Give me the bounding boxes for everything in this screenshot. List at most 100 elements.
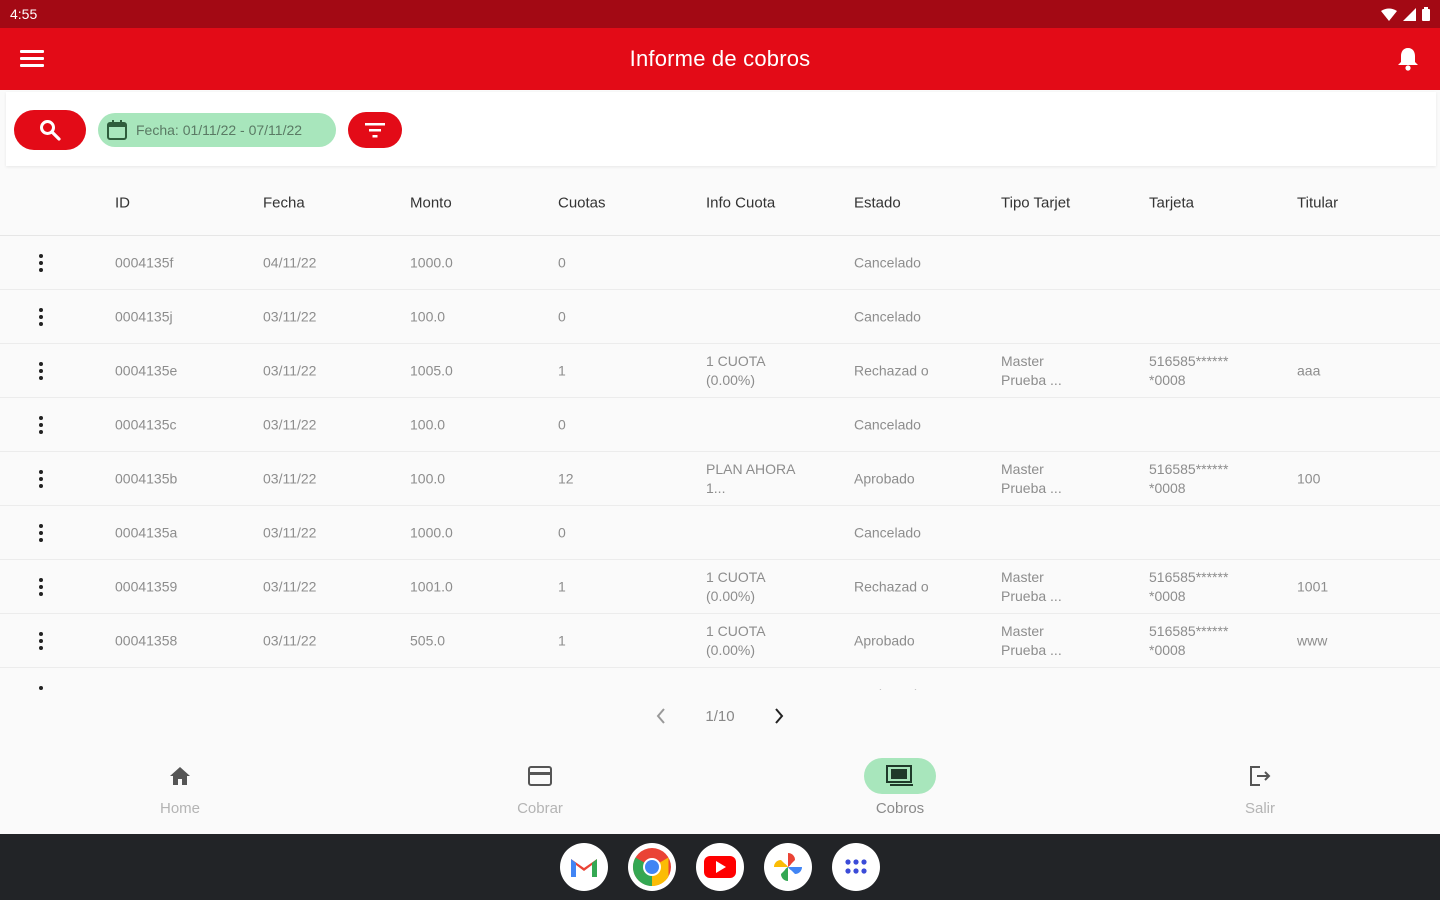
- page-title: Informe de cobros: [629, 46, 811, 71]
- wifi-icon: [1381, 8, 1397, 21]
- cell-monto: 1001.0: [410, 578, 453, 594]
- cell-id: 0004135j: [115, 308, 173, 324]
- cell-fecha: 03/11/22: [263, 308, 317, 324]
- chevron-left-icon[interactable]: [655, 707, 667, 725]
- column-header-fecha[interactable]: Fecha: [263, 194, 305, 211]
- column-header-estado[interactable]: Estado: [854, 194, 901, 211]
- column-header-cuotas[interactable]: Cuotas: [558, 194, 606, 211]
- cell-estado: Aprobado: [854, 470, 915, 486]
- nav-salir-icon-wrap: [1224, 758, 1296, 794]
- cell-tipo: Master: [1001, 685, 1081, 690]
- row-menu-icon[interactable]: [36, 253, 46, 273]
- nav-label-cobrar: Cobrar: [517, 800, 563, 817]
- table-row[interactable]: 0004135f 04/11/22 1000.0 0 Cancelado: [0, 236, 1440, 290]
- cell-fecha: 03/11/22: [263, 632, 317, 648]
- calendar-icon: [107, 120, 127, 140]
- column-header-tarjeta[interactable]: Tarjeta: [1149, 194, 1194, 211]
- cell-estado: Rechazad o: [854, 578, 929, 594]
- table-row[interactable]: 0004135a 03/11/22 1000.0 0 Cancelado: [0, 506, 1440, 560]
- photos-icon[interactable]: [764, 843, 812, 891]
- cell-monto: 1000.0: [410, 524, 453, 540]
- column-header-info-cuota[interactable]: Info Cuota: [706, 194, 775, 211]
- cell-estado: Rechazad o: [854, 362, 929, 378]
- filter-button[interactable]: [348, 112, 402, 148]
- cell-monto: 505.0: [410, 632, 446, 648]
- chevron-right-icon[interactable]: [773, 707, 785, 725]
- cell-info: PLAN: [706, 685, 806, 690]
- gmail-icon[interactable]: [560, 843, 608, 891]
- card-icon: [528, 766, 552, 786]
- cell-id: 0004135f: [115, 254, 174, 270]
- battery-icon: [1422, 7, 1430, 21]
- row-menu-icon[interactable]: [36, 307, 46, 327]
- cell-tipo: Master Prueba ...: [1001, 622, 1062, 658]
- payments-table: ID Fecha Monto Cuotas Info Cuota Estado …: [0, 170, 1440, 690]
- cell-tarjeta: 516585****** *0008: [1149, 622, 1229, 658]
- cell-fecha: 03/11/22: [263, 362, 317, 378]
- menu-icon[interactable]: [20, 50, 44, 68]
- cell-estado: Aprobado: [854, 632, 915, 648]
- cell-monto: 100.0: [410, 416, 446, 432]
- table-row[interactable]: 00041358 03/11/22 505.0 1 1 CUOTA (0.00%) Apr…: [0, 614, 1440, 668]
- cell-estado: Rechazad: [854, 685, 938, 690]
- nav-item-cobrar[interactable]: Cobrar: [360, 748, 720, 834]
- logout-icon: [1250, 766, 1271, 786]
- cell-estado: Cancelado: [854, 524, 921, 540]
- cell-cuotas: 0: [558, 524, 566, 540]
- cell-estado: Cancelado: [854, 308, 921, 324]
- row-menu-icon[interactable]: [36, 469, 46, 489]
- signal-icon: [1403, 7, 1416, 21]
- table-row[interactable]: PLAN Rechazad Master 516585******: [0, 668, 1440, 690]
- column-header-titular[interactable]: Titular: [1297, 194, 1338, 211]
- column-header-tipo-tarjeta[interactable]: Tipo Tarjet: [1001, 194, 1070, 211]
- nav-item-cobros[interactable]: Cobros: [720, 748, 1080, 834]
- cell-info: PLAN AHORA 1...: [706, 460, 795, 496]
- column-header-monto[interactable]: Monto: [410, 194, 452, 211]
- cell-monto: 1005.0: [410, 362, 453, 378]
- nav-label-home: Home: [159, 800, 200, 817]
- cell-tarjeta: 516585****** *0008: [1149, 568, 1229, 604]
- filter-icon: [365, 123, 385, 138]
- cell-cuotas: 1: [558, 632, 566, 648]
- cell-info: 1 CUOTA (0.00%): [706, 352, 765, 388]
- cell-fecha: 03/11/22: [263, 470, 317, 486]
- apps-icon[interactable]: [832, 843, 880, 891]
- nav-cobrar-icon-wrap: [504, 758, 576, 794]
- cell-monto: 100.0: [410, 470, 446, 486]
- row-menu-icon[interactable]: [36, 415, 46, 435]
- cash-icon: [886, 765, 913, 786]
- table-row[interactable]: 00041359 03/11/22 1001.0 1 1 CUOTA (0.00%) Re…: [0, 560, 1440, 614]
- cell-fecha: 03/11/22: [263, 578, 317, 594]
- row-menu-icon[interactable]: [36, 577, 46, 597]
- row-menu-icon[interactable]: [36, 361, 46, 381]
- table-body: 0004135f 04/11/22 1000.0 0 Cancelado 0004135j…: [0, 236, 1440, 690]
- table-row[interactable]: 0004135e 03/11/22 1005.0 1 1 CUOTA (0.00%) Re…: [0, 344, 1440, 398]
- table-row[interactable]: 0004135c 03/11/22 100.0 0 Cancelado: [0, 398, 1440, 452]
- cell-tarjeta: 516585****** *0008: [1149, 460, 1229, 496]
- table-row[interactable]: 0004135b 03/11/22 100.0 12 PLAN AHORA 1... Ap…: [0, 452, 1440, 506]
- column-header-id[interactable]: ID: [115, 194, 130, 211]
- nav-home-icon-wrap: [144, 758, 216, 794]
- date-range-chip[interactable]: Fecha: 01/11/22 - 07/11/22: [98, 113, 336, 147]
- date-range-label: Fecha: 01/11/22 - 07/11/22: [136, 122, 303, 138]
- youtube-icon[interactable]: [696, 843, 744, 891]
- cell-cuotas: 1: [558, 362, 566, 378]
- search-button[interactable]: [14, 110, 86, 150]
- table-row[interactable]: 0004135j 03/11/22 100.0 0 Cancelado: [0, 290, 1440, 344]
- nav-label-salir: Salir: [1244, 800, 1275, 817]
- nav-item-salir[interactable]: Salir: [1080, 748, 1440, 834]
- cell-monto: 100.0: [410, 308, 446, 324]
- row-menu-icon[interactable]: [36, 631, 46, 651]
- cell-tarjeta: 516585****** *0008: [1149, 352, 1229, 388]
- cell-titular: 100: [1297, 470, 1321, 486]
- home-icon: [170, 767, 190, 785]
- cell-estado: Cancelado: [854, 416, 921, 432]
- row-menu-icon[interactable]: [36, 685, 46, 690]
- row-menu-icon[interactable]: [36, 523, 46, 543]
- bell-icon[interactable]: [1396, 46, 1420, 72]
- cell-cuotas: 0: [558, 308, 566, 324]
- cell-estado: Cancelado: [854, 254, 921, 270]
- chrome-icon[interactable]: [628, 843, 676, 891]
- cell-fecha: 03/11/22: [263, 416, 317, 432]
- nav-item-home[interactable]: Home: [0, 748, 360, 834]
